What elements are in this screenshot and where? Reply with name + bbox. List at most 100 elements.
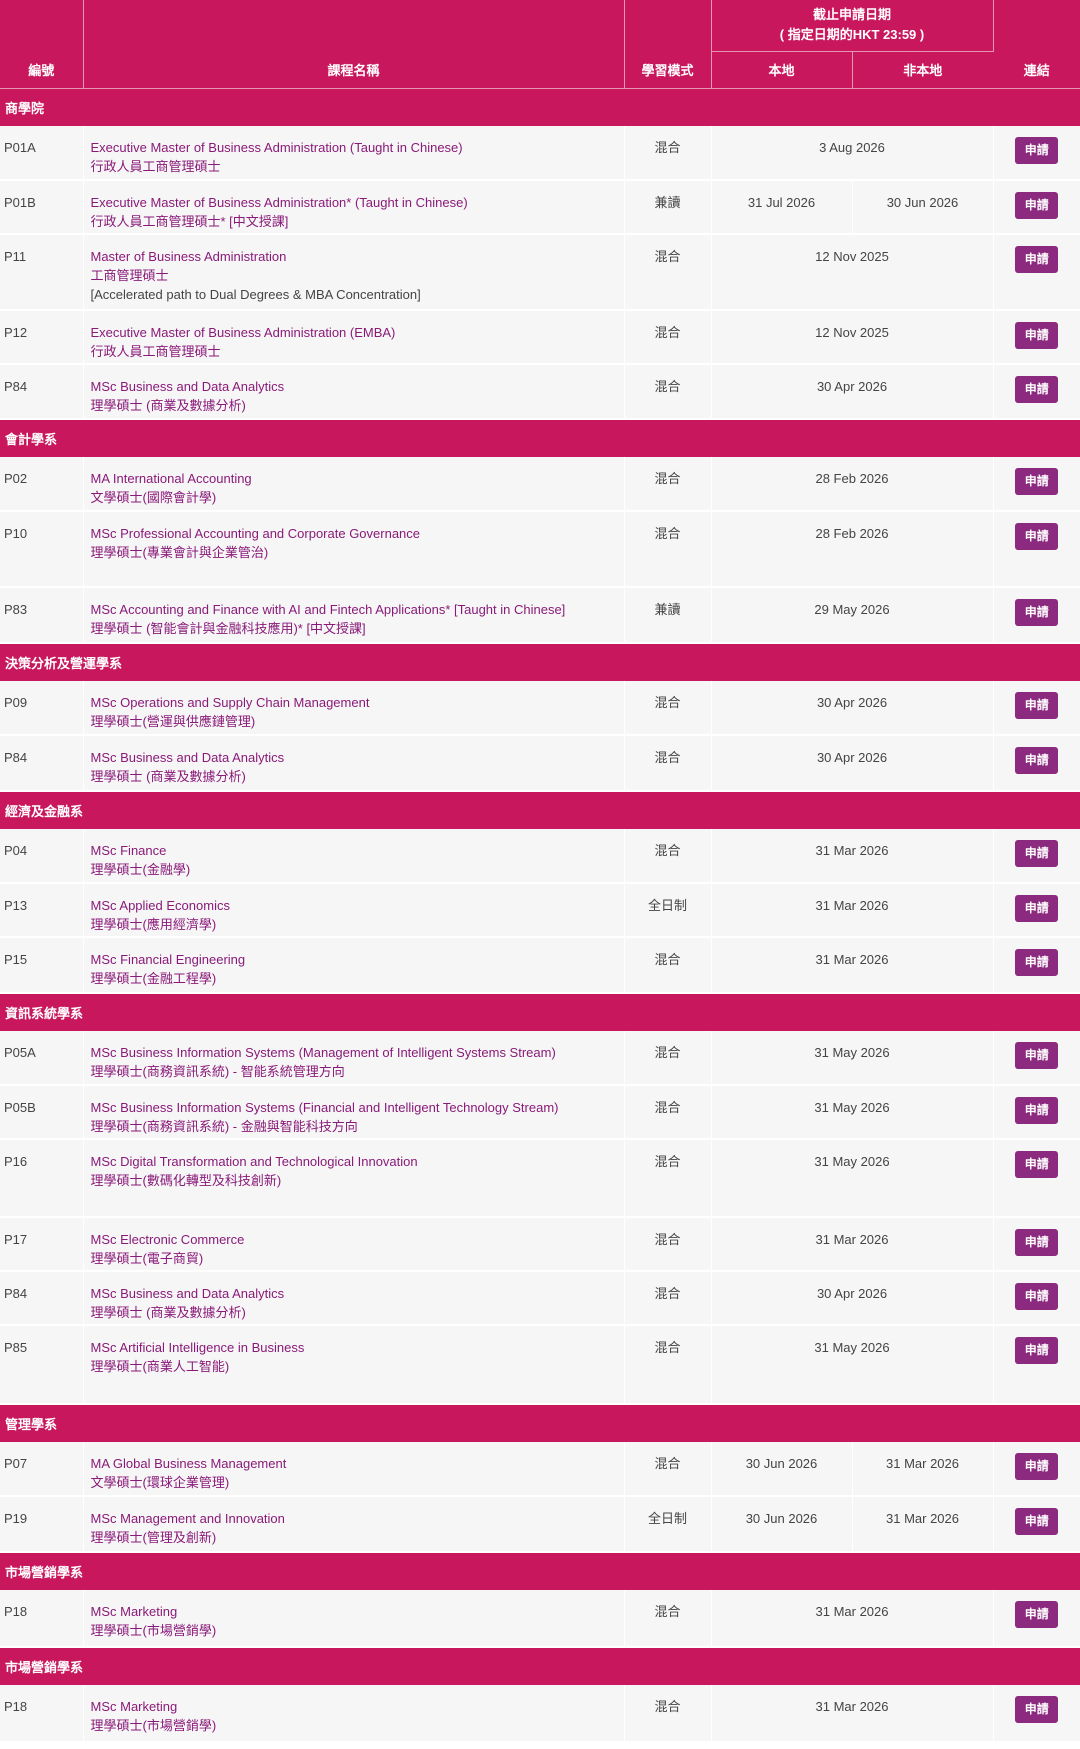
apply-button[interactable]: 申請	[1015, 895, 1059, 922]
link-cell: 申請	[992, 883, 1080, 938]
link-cell: 申請	[992, 937, 1080, 994]
programme-name-en-link[interactable]: MSc Business and Data Analytics	[91, 748, 624, 767]
deadline-date: 30 Apr 2026	[711, 364, 993, 420]
programme-name: MSc Finance 理學碩士(金融學)	[82, 829, 625, 884]
programme-name-zh: 理學碩士(商業人工智能)	[90, 1359, 230, 1374]
link-cell: 申請	[992, 310, 1080, 365]
apply-button[interactable]: 申請	[1015, 747, 1059, 774]
programme-name-en-link[interactable]: Master of Business Administration	[91, 247, 624, 266]
deadline-date: 30 Apr 2026	[711, 681, 993, 736]
apply-button[interactable]: 申請	[1015, 1453, 1059, 1480]
programme-name-en-link[interactable]: MSc Business Information Systems (Manage…	[91, 1043, 624, 1062]
programme-name: MSc Marketing 理學碩士(市場營銷學)	[82, 1590, 625, 1648]
study-mode: 混合	[624, 511, 712, 588]
apply-button[interactable]: 申請	[1015, 599, 1059, 626]
deadline-local: 30 Jun 2026	[711, 1496, 853, 1553]
apply-button[interactable]: 申請	[1015, 949, 1059, 976]
apply-button[interactable]: 申請	[1015, 1508, 1059, 1535]
apply-button[interactable]: 申請	[1015, 137, 1059, 164]
programme-name-en-link[interactable]: Executive Master of Business Administrat…	[91, 138, 624, 157]
table-row: P18 MSc Marketing 理學碩士(市場營銷學) 混合 31 Mar 2026…	[0, 1590, 1080, 1648]
programme-name-en-link[interactable]: Executive Master of Business Administrat…	[91, 323, 624, 342]
programme-name-en-link[interactable]: MSc Management and Innovation	[91, 1509, 624, 1528]
link-cell: 申請	[992, 1031, 1080, 1086]
apply-button[interactable]: 申請	[1015, 1601, 1059, 1628]
programme-name: MA International Accounting 文學碩士(國際會計學)	[82, 457, 625, 512]
link-cell: 申請	[992, 457, 1080, 512]
programme-name-zh: 理學碩士(商務資訊系統) - 金融與智能科技方向	[90, 1119, 358, 1134]
apply-button[interactable]: 申請	[1015, 1097, 1059, 1124]
table-header: 編號 課程名稱 學習模式 截止申請日期 ( 指定日期的HKT 23:59 ) 連…	[0, 0, 1080, 89]
study-mode: 混合	[624, 457, 712, 512]
deadline-date: 30 Apr 2026	[711, 735, 993, 792]
table-row: P04 MSc Finance 理學碩士(金融學) 混合 31 Mar 2026 申請	[0, 829, 1080, 884]
programme-name-en-link[interactable]: MSc Marketing	[91, 1697, 624, 1716]
study-mode: 混合	[624, 1139, 712, 1218]
programme-name-en-link[interactable]: MSc Professional Accounting and Corporat…	[91, 524, 624, 543]
apply-button[interactable]: 申請	[1015, 1283, 1059, 1310]
programme-name-en-link[interactable]: MA Global Business Management	[91, 1454, 624, 1473]
apply-button[interactable]: 申請	[1015, 246, 1059, 273]
programme-name-en-link[interactable]: MSc Digital Transformation and Technolog…	[91, 1152, 624, 1171]
programme-code: P83	[0, 587, 83, 644]
programme-code: P84	[0, 1271, 83, 1326]
apply-button[interactable]: 申請	[1015, 192, 1059, 219]
apply-button[interactable]: 申請	[1015, 692, 1059, 719]
apply-button[interactable]: 申請	[1015, 1151, 1059, 1178]
programme-name-en-link[interactable]: MSc Artificial Intelligence in Business	[91, 1338, 624, 1357]
programme-name-en-link[interactable]: MSc Accounting and Finance with AI and F…	[91, 600, 624, 619]
study-mode: 混合	[624, 681, 712, 736]
programme-name-en-link[interactable]: MSc Marketing	[91, 1602, 624, 1621]
deadline-date: 31 Mar 2026	[711, 829, 993, 884]
study-mode: 混合	[624, 1031, 712, 1086]
apply-button[interactable]: 申請	[1015, 840, 1059, 867]
programme-name-en-link[interactable]: MSc Business and Data Analytics	[91, 377, 624, 396]
programme-name-en-link[interactable]: MSc Business and Data Analytics	[91, 1284, 624, 1303]
deadline-date: 31 Mar 2026	[711, 1590, 993, 1648]
table-row: P85 MSc Artificial Intelligence in Busine…	[0, 1325, 1080, 1405]
header-deadline: 截止申請日期 ( 指定日期的HKT 23:59 )	[711, 0, 994, 52]
table-row: P18 MSc Marketing 理學碩士(市場營銷學) 混合 31 Mar 2026…	[0, 1685, 1080, 1743]
header-deadline-line1: 截止申請日期	[812, 7, 891, 23]
programme-code: P05A	[0, 1031, 83, 1086]
deadline-date: 31 Mar 2026	[711, 937, 993, 994]
deadline-date: 31 Mar 2026	[711, 1685, 993, 1743]
apply-button[interactable]: 申請	[1015, 1337, 1059, 1364]
deadline-date: 31 May 2026	[711, 1085, 993, 1140]
table-row: P02 MA International Accounting 文學碩士(國際會計學…	[0, 457, 1080, 512]
apply-button[interactable]: 申請	[1015, 322, 1059, 349]
study-mode: 全日制	[624, 883, 712, 938]
programme-name-en-link[interactable]: MSc Electronic Commerce	[91, 1230, 624, 1249]
deadline-date: 31 May 2026	[711, 1031, 993, 1086]
programme-name: MSc Business and Data Analytics 理學碩士 (商業及…	[82, 364, 625, 420]
programme-name-en-link[interactable]: MA International Accounting	[91, 469, 624, 488]
programme-name-zh: 理學碩士(數碼化轉型及科技創新)	[90, 1173, 282, 1188]
programme-name-en-link[interactable]: Executive Master of Business Administrat…	[91, 193, 624, 212]
link-cell: 申請	[992, 1217, 1080, 1272]
programme-code: P16	[0, 1139, 83, 1218]
programme-table: 編號 課程名稱 學習模式 截止申請日期 ( 指定日期的HKT 23:59 ) 連…	[0, 0, 1080, 1743]
programme-name-en-link[interactable]: MSc Business Information Systems (Financ…	[91, 1098, 624, 1117]
link-cell: 申請	[992, 1325, 1080, 1405]
apply-button[interactable]: 申請	[1015, 1696, 1059, 1723]
programme-name-en-link[interactable]: MSc Applied Economics	[91, 896, 624, 915]
table-row: P10 MSc Professional Accounting and Corpo…	[0, 511, 1080, 588]
apply-button[interactable]: 申請	[1015, 468, 1059, 495]
programme-name-en-link[interactable]: MSc Finance	[91, 841, 624, 860]
programme-code: P18	[0, 1685, 83, 1743]
apply-button[interactable]: 申請	[1015, 1229, 1059, 1256]
programme-code: P11	[0, 234, 83, 311]
programme-name-en-link[interactable]: MSc Operations and Supply Chain Manageme…	[91, 693, 624, 712]
link-cell: 申請	[992, 511, 1080, 588]
apply-button[interactable]: 申請	[1015, 376, 1059, 403]
table-row: P05B MSc Business Information Systems (Fi…	[0, 1085, 1080, 1140]
apply-button[interactable]: 申請	[1015, 1042, 1059, 1069]
programme-name-en-link[interactable]: MSc Financial Engineering	[91, 950, 624, 969]
programme-code: P09	[0, 681, 83, 736]
apply-button[interactable]: 申請	[1015, 523, 1059, 550]
programme-code: P84	[0, 364, 83, 420]
programme-name-zh: 理學碩士 (商業及數據分析)	[90, 769, 246, 784]
table-row: P17 MSc Electronic Commerce 理學碩士(電子商貿) 混合 31…	[0, 1217, 1080, 1272]
link-cell: 申請	[992, 364, 1080, 420]
table-row: P01A Executive Master of Business Adminis…	[0, 126, 1080, 181]
